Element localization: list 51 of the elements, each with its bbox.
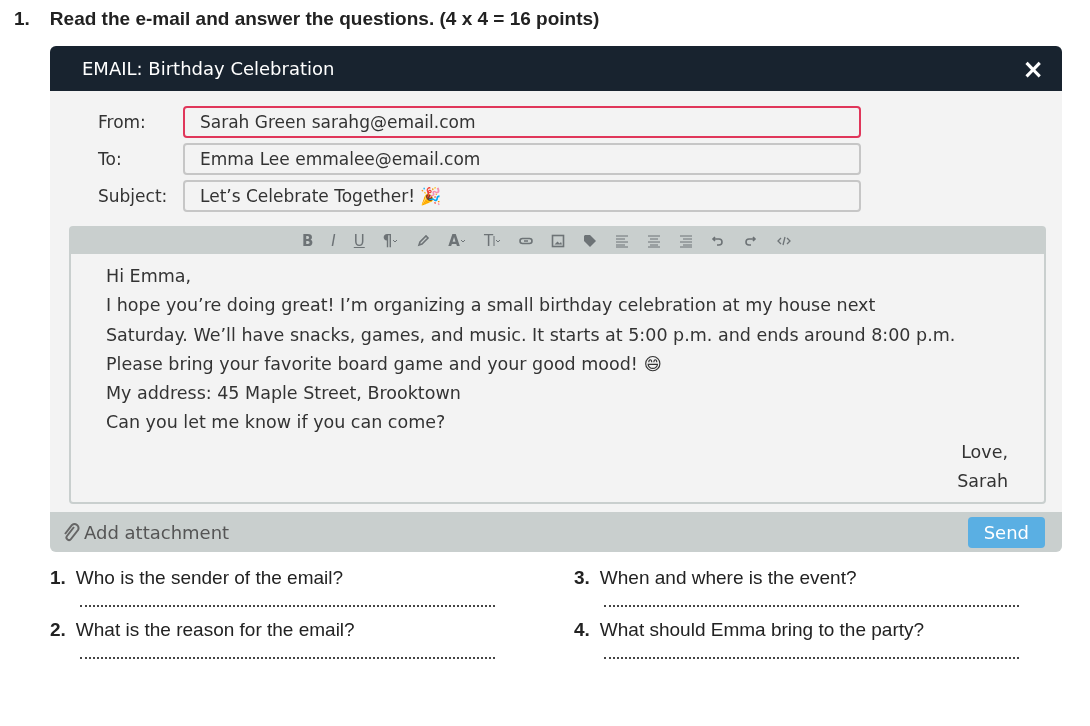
- align-left-icon[interactable]: [615, 234, 630, 248]
- question-text: When and where is the event?: [599, 567, 857, 590]
- message-closing: Sarah: [957, 470, 1008, 494]
- message-line: Saturday. We’ll have snacks, games, and music. It starts at 5:00 p.m. and ends around 8:00 p.m.: [106, 323, 957, 347]
- message-line: My address: 45 Maple Street, Brooktown: [106, 382, 462, 406]
- send-button[interactable]: Send: [967, 516, 1045, 548]
- message-line: Can you let me know if you can come?: [106, 411, 447, 435]
- fill-in-line[interactable]: [80, 655, 495, 660]
- message-closing: Love,: [961, 440, 1008, 464]
- input-field[interactable]: Sarah Green sarahg@email.com: [183, 106, 861, 138]
- fill-in-line[interactable]: [604, 655, 1019, 660]
- question-number: 2.: [50, 619, 66, 642]
- task-number: 1.: [14, 8, 30, 31]
- bold-button[interactable]: B: [301, 232, 314, 250]
- question-number: 1.: [50, 567, 66, 590]
- question-text: Who is the sender of the email?: [75, 567, 344, 590]
- message-line: Please bring your favorite board game and your good mood! 😄: [106, 352, 663, 376]
- message-editor[interactable]: [69, 226, 1046, 505]
- field-label: To:: [97, 149, 123, 169]
- question-number: 4.: [574, 619, 590, 642]
- window-title: EMAIL: Birthday Celebration: [82, 58, 335, 79]
- align-center-icon[interactable]: [647, 234, 662, 248]
- question-text: What is the reason for the email?: [75, 619, 355, 642]
- tag-icon[interactable]: [583, 234, 598, 248]
- paragraph-button[interactable]: ¶: [382, 232, 399, 250]
- add-attachment-button[interactable]: Add attachment: [62, 521, 230, 544]
- message-line: I hope you’re doing great! I’m organizing a small birthday celebration at my house next: [106, 294, 877, 318]
- close-button[interactable]: ×: [1022, 55, 1044, 82]
- message-line: Hi Emma,: [106, 265, 193, 288]
- caret-icon: [459, 238, 466, 244]
- font-color-button[interactable]: A: [448, 232, 466, 250]
- paperclip-icon: [62, 521, 80, 544]
- caret-icon: [392, 238, 399, 244]
- task-instruction: Read the e-mail and answer the questions. (4 x 4 = 16 points): [49, 8, 600, 31]
- field-label: Subject:: [97, 186, 169, 206]
- underline-button[interactable]: U: [353, 232, 365, 250]
- image-icon[interactable]: [551, 234, 566, 248]
- align-right-icon[interactable]: [679, 234, 694, 248]
- pen-icon[interactable]: [416, 234, 431, 248]
- input-field[interactable]: Emma Lee emmalee@email.com: [183, 143, 861, 175]
- fill-in-line[interactable]: [80, 603, 495, 608]
- field-label: From:: [97, 112, 147, 132]
- undo-icon[interactable]: [711, 234, 726, 248]
- fill-in-line[interactable]: [604, 603, 1019, 608]
- question-text: What should Emma bring to the party?: [599, 619, 925, 642]
- input-field[interactable]: Let’s Celebrate Together! 🎉: [183, 180, 861, 212]
- italic-button[interactable]: I: [331, 232, 336, 250]
- caret-icon: [493, 235, 502, 247]
- redo-icon[interactable]: [743, 234, 758, 248]
- text-style-button[interactable]: T: [483, 232, 502, 250]
- question-number: 3.: [574, 567, 590, 590]
